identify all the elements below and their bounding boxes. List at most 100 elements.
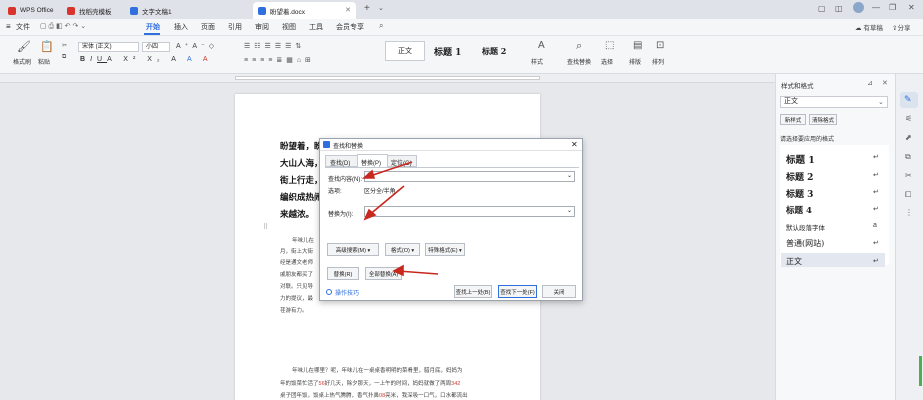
select-label[interactable]: 选择 xyxy=(601,57,613,66)
tab-label: 找稻壳模板 xyxy=(79,8,112,16)
format-painter-icon[interactable]: 🖌 xyxy=(17,40,31,53)
hamburger-icon[interactable]: ≡ xyxy=(6,22,11,31)
style-heading2-preset[interactable]: 标题 2 xyxy=(482,46,506,57)
quick-access-icons[interactable]: ▢ ⎙ ◧ ↶ ↷ ⌄ xyxy=(40,22,86,31)
maximize-icon[interactable]: ❐ xyxy=(889,3,896,12)
sort-label[interactable]: 排版 xyxy=(629,57,641,66)
replace-button[interactable]: 替换(R) xyxy=(327,267,359,280)
new-style-button[interactable]: 新样式 xyxy=(780,114,806,125)
avatar[interactable] xyxy=(853,2,864,13)
arrange-icon[interactable]: ⊡ xyxy=(656,40,664,51)
chevron-down-icon[interactable]: ⌄ xyxy=(378,4,384,12)
tab-find[interactable]: 查找(D) xyxy=(325,155,358,167)
find-replace-icon[interactable]: ⌕ xyxy=(576,40,582,53)
tab-goto[interactable]: 定位(G) xyxy=(387,155,417,167)
current-style-select[interactable]: 正文 xyxy=(780,96,888,108)
arrange-label[interactable]: 排列 xyxy=(652,57,664,66)
share-button[interactable]: ⇪分享 xyxy=(892,22,910,32)
style-item-default-font[interactable]: 默认段落字体 xyxy=(786,222,825,232)
style-normal-label: 正文 xyxy=(398,48,412,55)
style-heading1-preset[interactable]: 标题 1 xyxy=(434,45,461,58)
style-item-heading4[interactable]: 标题 4 xyxy=(786,204,812,216)
styles-label[interactable]: 样式 xyxy=(531,57,543,66)
find-input-value: ^p xyxy=(367,173,374,179)
search-icon[interactable]: ⌕ xyxy=(379,21,383,31)
select-icon[interactable]: ⬚ xyxy=(605,40,614,51)
menu-view[interactable]: 视图 xyxy=(282,22,296,32)
minimize-icon[interactable]: — xyxy=(872,3,880,12)
cut-copy-icons[interactable]: ✂ ⧉ xyxy=(62,41,67,63)
find-next-button[interactable]: 查找下一处(F) xyxy=(498,285,537,298)
align-buttons[interactable]: ≡≡≡≡≣▦⌂⊞ xyxy=(244,56,315,64)
style-item-heading3[interactable]: 标题 3 xyxy=(786,187,813,200)
window-icon[interactable]: ▢ xyxy=(818,4,826,13)
styles-icon[interactable]: A xyxy=(538,40,545,51)
chevron-down-icon[interactable]: ⌄ xyxy=(878,98,884,106)
replace-input[interactable] xyxy=(364,206,575,217)
menu-insert[interactable]: 插入 xyxy=(174,22,188,32)
font-style-buttons[interactable]: BIUA X² X₂ A A A xyxy=(80,56,213,63)
style-item-heading1[interactable]: 标题 1 xyxy=(786,152,815,166)
find-previous-button[interactable]: 查找上一处(B) xyxy=(454,285,492,298)
style-item-normal[interactable]: 正文 xyxy=(786,256,802,267)
cursor-icon[interactable]: ⬈ xyxy=(905,133,912,142)
dialog-title: 查找和替换 xyxy=(333,144,364,150)
close-icon[interactable]: ✕ xyxy=(345,6,351,14)
style-normal-preset[interactable]: 正文 xyxy=(385,41,425,61)
menu-home[interactable]: 开始 xyxy=(146,22,160,32)
tab-wps-office[interactable]: WPS Office xyxy=(3,2,58,19)
paste-label[interactable]: 粘贴 xyxy=(38,57,50,66)
chevron-down-icon[interactable]: ⌄ xyxy=(567,172,572,179)
style-item-heading2[interactable]: 标题 2 xyxy=(786,170,813,183)
layout-icon[interactable]: ◫ xyxy=(835,4,843,13)
menu-file[interactable]: 文件 xyxy=(16,22,30,32)
new-tab-icon[interactable]: + xyxy=(364,3,370,14)
tools-icon[interactable]: ✂ xyxy=(905,171,912,180)
list-buttons[interactable]: ☰☷☰☰☰⇅ xyxy=(244,42,305,50)
menu-member[interactable]: 会员专享 xyxy=(336,22,364,32)
paragraph-mark-icon: ↵ xyxy=(873,240,879,247)
sliders-icon[interactable]: ⚟ xyxy=(905,114,912,123)
options-label: 选项: xyxy=(328,189,342,195)
replace-label: 替换为(I): xyxy=(328,212,354,218)
crop-icon[interactable]: ⧠ xyxy=(905,190,911,200)
pin-icon[interactable]: ⊿ xyxy=(867,79,873,87)
tab-template[interactable]: 找稻壳模板 xyxy=(62,2,122,19)
menu-page[interactable]: 页面 xyxy=(201,22,215,32)
style-item-normal-web[interactable]: 普通(网站) xyxy=(786,238,824,249)
font-size-select[interactable]: 小四 xyxy=(142,42,170,52)
menu-review[interactable]: 审阅 xyxy=(255,22,269,32)
sort-icon[interactable]: ▤ xyxy=(633,40,642,51)
menu-tools[interactable]: 工具 xyxy=(309,22,323,32)
ruler-track[interactable] xyxy=(235,76,540,80)
drag-handle-icon[interactable]: ⠿ xyxy=(263,223,268,231)
clear-format-button[interactable]: 清除格式 xyxy=(809,114,837,125)
close-button[interactable]: 关闭 xyxy=(542,285,576,298)
close-icon[interactable]: ✕ xyxy=(571,140,578,149)
font-size-buttons[interactable]: A⁺A⁻◇ xyxy=(176,42,218,50)
paragraph-mark-icon: ↵ xyxy=(873,154,879,161)
tab-replace[interactable]: 替换(P) xyxy=(357,154,388,167)
find-replace-label[interactable]: 查找替换 xyxy=(567,57,591,66)
format-painter-label[interactable]: 格式刷 xyxy=(13,57,31,66)
tab-doc1[interactable]: 文字文稿1 xyxy=(125,2,190,19)
font-name-select[interactable]: 宋体 (正文) xyxy=(78,42,139,52)
layers-icon[interactable]: ⧉ xyxy=(905,152,911,162)
tab-active-doc[interactable]: 盼望着.docx ✕ xyxy=(253,2,356,19)
docer-icon xyxy=(67,6,75,15)
close-window-icon[interactable]: ✕ xyxy=(908,3,915,12)
backup-status[interactable]: ☁ 有草稿 xyxy=(855,22,883,32)
chevron-down-icon[interactable]: ⌄ xyxy=(567,207,572,214)
scrollbar-thumb[interactable] xyxy=(919,356,922,386)
format-button[interactable]: 格式(O) ▾ xyxy=(385,243,420,256)
more-icon[interactable]: ⋮ xyxy=(905,208,913,217)
close-icon[interactable]: ✕ xyxy=(882,79,888,87)
advanced-search-button[interactable]: 高级搜索(M) ▾ xyxy=(327,243,379,256)
find-input[interactable]: ^p xyxy=(364,171,575,182)
tips-link[interactable]: 操作技巧 xyxy=(335,288,359,297)
current-style-value: 正文 xyxy=(784,98,798,105)
replace-all-button[interactable]: 全部替换(A) xyxy=(365,267,402,280)
paste-icon[interactable]: 📋 xyxy=(40,40,54,53)
menu-reference[interactable]: 引用 xyxy=(228,22,242,32)
special-format-button[interactable]: 特殊格式(E) ▾ xyxy=(425,243,465,256)
